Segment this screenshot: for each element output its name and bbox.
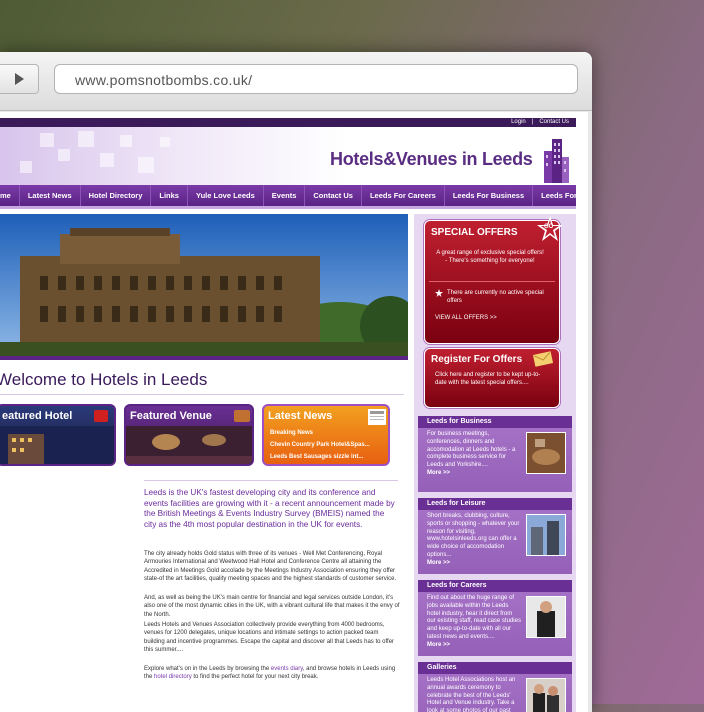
body-paragraph: And, as well as being the UK's main cent… xyxy=(144,595,400,618)
contact-link[interactable]: Contact Us xyxy=(539,119,569,125)
sidebar: SPECIAL OFFERS GO A great range of exclu… xyxy=(414,214,576,712)
more-link[interactable]: More >> xyxy=(427,642,450,648)
leeds-leisure-box[interactable]: Leeds for Leisure Short breaks, clubbing… xyxy=(418,498,572,574)
login-link[interactable]: Login xyxy=(511,119,526,125)
browser-toolbar: www.pomsnotbombs.co.uk/ xyxy=(0,52,592,111)
nav-hotel-directory[interactable]: Hotel Directory xyxy=(81,185,152,206)
featured-hotel-title: eatured Hotel xyxy=(2,410,73,422)
news-item[interactable]: Chevin Country Park Hotel&Spas... xyxy=(270,442,370,448)
gallery-photo-icon xyxy=(526,678,566,712)
view-all-offers-link[interactable]: VIEW ALL OFFERS >> xyxy=(435,315,497,321)
site-header: Hotels&Venues in Leeds xyxy=(0,127,576,185)
site-logo[interactable]: Hotels&Venues in Leeds xyxy=(330,149,533,170)
special-offers-title: SPECIAL OFFERS xyxy=(431,227,518,238)
top-strip: Login | Contact Us xyxy=(0,118,576,127)
nav-contact-us[interactable]: Contact Us xyxy=(305,185,362,206)
nav-home[interactable]: me xyxy=(0,185,20,206)
divider xyxy=(429,281,555,282)
leisure-photo-icon xyxy=(526,514,566,556)
newspaper-icon xyxy=(368,409,386,425)
events-diary-link[interactable]: events diary xyxy=(271,666,303,672)
body-paragraph: Explore what's on in the Leeds by browsi… xyxy=(144,666,396,681)
no-offers-text: There are currently no active special of… xyxy=(447,290,544,304)
body-paragraph: The city already holds Gold status with … xyxy=(144,551,397,583)
divider: | xyxy=(531,119,534,125)
register-for-offers-panel[interactable]: Register For Offers Click here and regis… xyxy=(424,348,560,408)
nav-leeds-for-leisure[interactable]: Leeds For Leisure xyxy=(533,185,588,206)
more-link[interactable]: More >> xyxy=(427,560,450,566)
box-text: Find out about the huge range of jobs av… xyxy=(427,595,521,640)
leeds-business-box[interactable]: Leeds for Business For business meetings… xyxy=(418,416,572,492)
intro-text: Leeds is the UK's fastest developing cit… xyxy=(144,488,395,529)
leeds-careers-box[interactable]: Leeds for Careers Find out about the hug… xyxy=(418,580,572,656)
envelope-icon xyxy=(533,351,553,367)
register-title: Register For Offers xyxy=(431,354,523,365)
divider xyxy=(0,394,404,395)
nav-underline xyxy=(0,206,576,209)
latest-news-panel: Latest News Breaking News Chevin Country… xyxy=(262,404,390,466)
bullet-star-icon xyxy=(435,289,443,297)
forward-arrow-icon xyxy=(15,73,24,85)
hero-underline xyxy=(0,356,408,360)
address-bar[interactable]: www.pomsnotbombs.co.uk/ xyxy=(54,64,578,94)
news-item[interactable]: Breaking News xyxy=(270,430,313,436)
nav-yule-love-leeds[interactable]: Yule Love Leeds xyxy=(188,185,264,206)
business-photo-icon xyxy=(526,432,566,474)
more-link[interactable]: More >> xyxy=(427,470,450,476)
news-item[interactable]: Leeds Best Sausages sizzle int... xyxy=(270,454,363,460)
latest-news-title: Latest News xyxy=(268,410,333,422)
nav-links[interactable]: Links xyxy=(151,185,188,206)
galleries-box[interactable]: Galleries Leeds Hotel Associations host … xyxy=(418,662,572,712)
building-logo-icon xyxy=(544,139,569,183)
featured-hotel-photo-icon xyxy=(0,426,114,464)
divider xyxy=(144,480,398,481)
forward-button[interactable] xyxy=(0,64,39,94)
browser-window: www.pomsnotbombs.co.uk/ Login | Contact Us… xyxy=(0,52,592,712)
nav-leeds-for-business[interactable]: Leeds For Business xyxy=(445,185,534,206)
box-title: Leeds for Business xyxy=(418,416,572,428)
nav-events[interactable]: Events xyxy=(264,185,306,206)
main-nav: me Latest News Hotel Directory Links Yul… xyxy=(0,185,588,206)
hero-image xyxy=(0,214,408,356)
featured-hotel-panel[interactable]: eatured Hotel xyxy=(0,404,116,466)
go-star-icon xyxy=(537,216,563,241)
box-title: Leeds for Leisure xyxy=(418,498,572,510)
body-paragraph: Leeds Hotels and Venues Association coll… xyxy=(144,622,395,654)
nav-latest-news[interactable]: Latest News xyxy=(20,185,81,206)
box-text: Leeds Hotel Associations host an annual … xyxy=(427,677,516,712)
box-text: Short breaks, clubbing, culture, sports … xyxy=(427,513,520,558)
featured-venue-title: Featured Venue xyxy=(130,410,212,422)
web-page: Login | Contact Us Hotels&Venues in Leeds xyxy=(0,112,588,712)
special-offers-panel[interactable]: SPECIAL OFFERS GO A great range of exclu… xyxy=(424,216,563,344)
careers-photo-icon xyxy=(526,596,566,638)
go-badge-label: GO xyxy=(544,224,554,230)
featured-venue-panel[interactable]: Featured Venue xyxy=(124,404,254,466)
box-title: Galleries xyxy=(418,662,572,674)
box-text: For business meetings, conferences, dinn… xyxy=(427,431,516,469)
box-title: Leeds for Careers xyxy=(418,580,572,592)
badge-icon xyxy=(234,410,250,422)
featured-venue-photo-icon xyxy=(126,426,252,464)
register-text: Click here and register to be kept up-to… xyxy=(435,372,541,386)
hotel-directory-link[interactable]: hotel directory xyxy=(154,674,192,680)
page-title: Welcome to Hotels in Leeds xyxy=(0,370,208,389)
nav-leeds-for-careers[interactable]: Leeds For Careers xyxy=(362,185,445,206)
badge-icon xyxy=(94,410,108,422)
special-offers-text: A great range of exclusive special offer… xyxy=(436,250,544,264)
